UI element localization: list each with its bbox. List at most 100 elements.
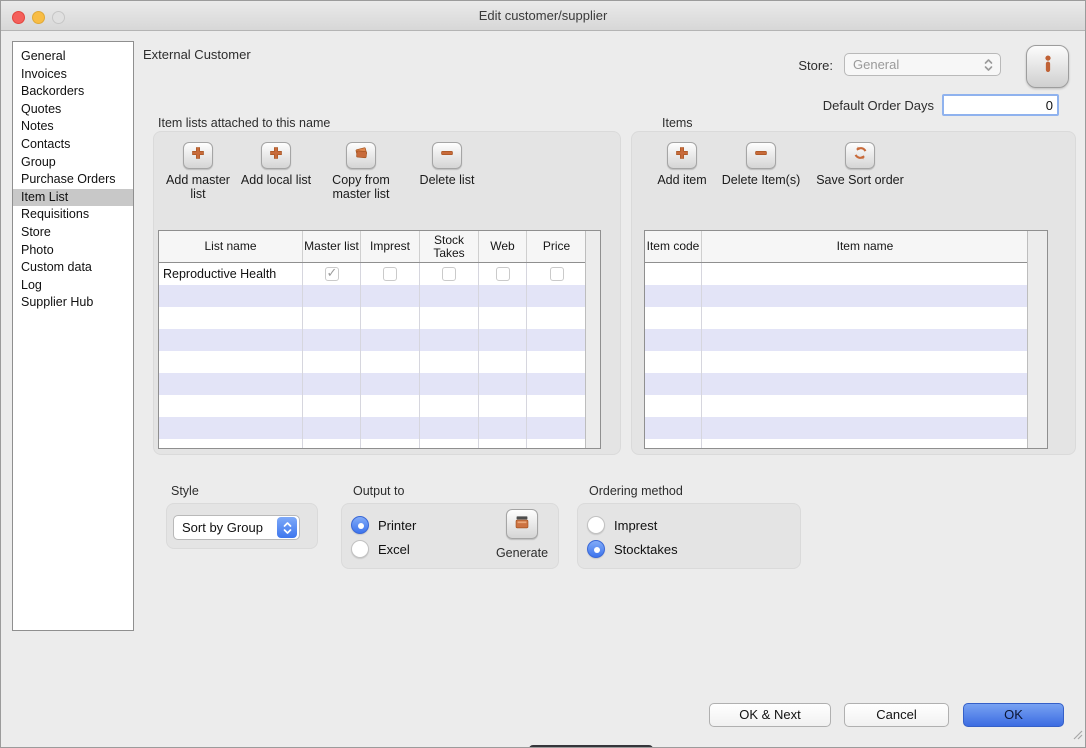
column-header-stock-takes: Stock Takes <box>420 231 479 262</box>
copy-from-master-list-button[interactable] <box>346 142 376 169</box>
sidebar-item-log[interactable]: Log <box>13 277 133 295</box>
table-row[interactable] <box>645 395 1029 417</box>
empty-cell <box>303 285 361 307</box>
table-row[interactable] <box>645 417 1029 439</box>
empty-cell <box>159 439 303 449</box>
delete-list-button[interactable] <box>432 142 462 169</box>
info-button[interactable] <box>1026 45 1069 88</box>
empty-cell <box>645 351 702 373</box>
titlebar[interactable]: Edit customer/supplier <box>1 1 1085 31</box>
checkbox-master-list[interactable] <box>325 267 339 281</box>
empty-cell <box>159 417 303 439</box>
radio-excel[interactable] <box>351 540 369 558</box>
table-row[interactable] <box>159 395 587 417</box>
style-select[interactable]: Sort by Group <box>173 515 300 540</box>
sidebar: GeneralInvoicesBackordersQuotesNotesCont… <box>12 41 134 631</box>
sidebar-item-requisitions[interactable]: Requisitions <box>13 206 133 224</box>
empty-cell <box>527 373 587 395</box>
generate-button-label: Generate <box>482 546 562 560</box>
empty-cell <box>361 417 420 439</box>
refresh-icon <box>852 145 869 166</box>
ok-and-next-button[interactable]: OK & Next <box>709 703 831 727</box>
table-row[interactable] <box>159 351 587 373</box>
chevron-up-down-icon <box>978 54 998 75</box>
sidebar-item-group[interactable]: Group <box>13 154 133 172</box>
generate-button[interactable] <box>506 509 538 539</box>
printer-icon <box>513 513 531 536</box>
empty-cell <box>303 329 361 351</box>
table-row[interactable] <box>159 329 587 351</box>
empty-cell <box>702 439 1029 449</box>
close-window-button[interactable] <box>12 11 25 24</box>
table-row[interactable] <box>645 439 1029 449</box>
checkbox-web[interactable] <box>496 267 510 281</box>
sidebar-item-contacts[interactable]: Contacts <box>13 136 133 154</box>
radio-stocktakes[interactable] <box>587 540 605 558</box>
radio-option-printer[interactable]: Printer <box>351 513 416 537</box>
tool-add-item: Add item <box>650 142 714 187</box>
scrollbar[interactable] <box>1027 231 1047 448</box>
empty-cell <box>479 329 527 351</box>
sidebar-item-notes[interactable]: Notes <box>13 118 133 136</box>
empty-cell <box>645 417 702 439</box>
table-row[interactable] <box>645 329 1029 351</box>
sidebar-item-custom-data[interactable]: Custom data <box>13 259 133 277</box>
tool-add-master-list: Add master list <box>159 142 237 201</box>
sidebar-item-quotes[interactable]: Quotes <box>13 101 133 119</box>
empty-cell <box>420 307 479 329</box>
ok-button[interactable]: OK <box>963 703 1064 727</box>
resize-grip[interactable] <box>1071 727 1083 745</box>
radio-option-stocktakes[interactable]: Stocktakes <box>587 537 678 561</box>
sidebar-item-purchase-orders[interactable]: Purchase Orders <box>13 171 133 189</box>
empty-cell <box>420 329 479 351</box>
empty-cell <box>479 373 527 395</box>
table-row[interactable] <box>159 439 587 449</box>
delete-item-s-button[interactable] <box>746 142 776 169</box>
cell-web <box>479 263 527 285</box>
sidebar-item-store[interactable]: Store <box>13 224 133 242</box>
table-row[interactable] <box>645 373 1029 395</box>
table-row[interactable] <box>159 285 587 307</box>
add-item-button[interactable] <box>667 142 697 169</box>
sidebar-item-backorders[interactable]: Backorders <box>13 83 133 101</box>
empty-cell <box>479 307 527 329</box>
add-master-list-label: Add master list <box>159 173 237 201</box>
cell-master-list <box>303 263 361 285</box>
add-local-list-button[interactable] <box>261 142 291 169</box>
radio-label-stocktakes: Stocktakes <box>614 542 678 557</box>
add-master-list-button[interactable] <box>183 142 213 169</box>
table-row[interactable] <box>645 263 1029 285</box>
radio-label-excel: Excel <box>378 542 410 557</box>
scrollbar[interactable] <box>585 231 600 448</box>
table-row[interactable] <box>645 307 1029 329</box>
column-header-web: Web <box>479 231 527 262</box>
radio-option-excel[interactable]: Excel <box>351 537 416 561</box>
zoom-window-button[interactable] <box>52 11 65 24</box>
table-row[interactable] <box>645 285 1029 307</box>
table-row[interactable] <box>159 417 587 439</box>
items-panel-title: Items <box>662 116 693 130</box>
cancel-button[interactable]: Cancel <box>844 703 949 727</box>
empty-cell <box>702 373 1029 395</box>
table-row[interactable]: Reproductive Health <box>159 263 587 285</box>
sidebar-item-invoices[interactable]: Invoices <box>13 66 133 84</box>
sidebar-item-item-list[interactable]: Item List <box>13 189 133 207</box>
empty-cell <box>361 439 420 449</box>
output-group-label: Output to <box>353 484 404 498</box>
minimize-window-button[interactable] <box>32 11 45 24</box>
radio-printer[interactable] <box>351 516 369 534</box>
save-sort-order-button[interactable] <box>845 142 875 169</box>
table-row[interactable] <box>159 373 587 395</box>
sidebar-item-supplier-hub[interactable]: Supplier Hub <box>13 294 133 312</box>
table-row[interactable] <box>645 351 1029 373</box>
sidebar-item-photo[interactable]: Photo <box>13 242 133 260</box>
radio-option-imprest[interactable]: Imprest <box>587 513 678 537</box>
default-order-days-input[interactable] <box>942 94 1059 116</box>
checkbox-price[interactable] <box>550 267 564 281</box>
radio-imprest[interactable] <box>587 516 605 534</box>
checkbox-stock-takes[interactable] <box>442 267 456 281</box>
checkbox-imprest[interactable] <box>383 267 397 281</box>
sidebar-item-general[interactable]: General <box>13 48 133 66</box>
store-select[interactable]: General <box>844 53 1001 76</box>
table-row[interactable] <box>159 307 587 329</box>
